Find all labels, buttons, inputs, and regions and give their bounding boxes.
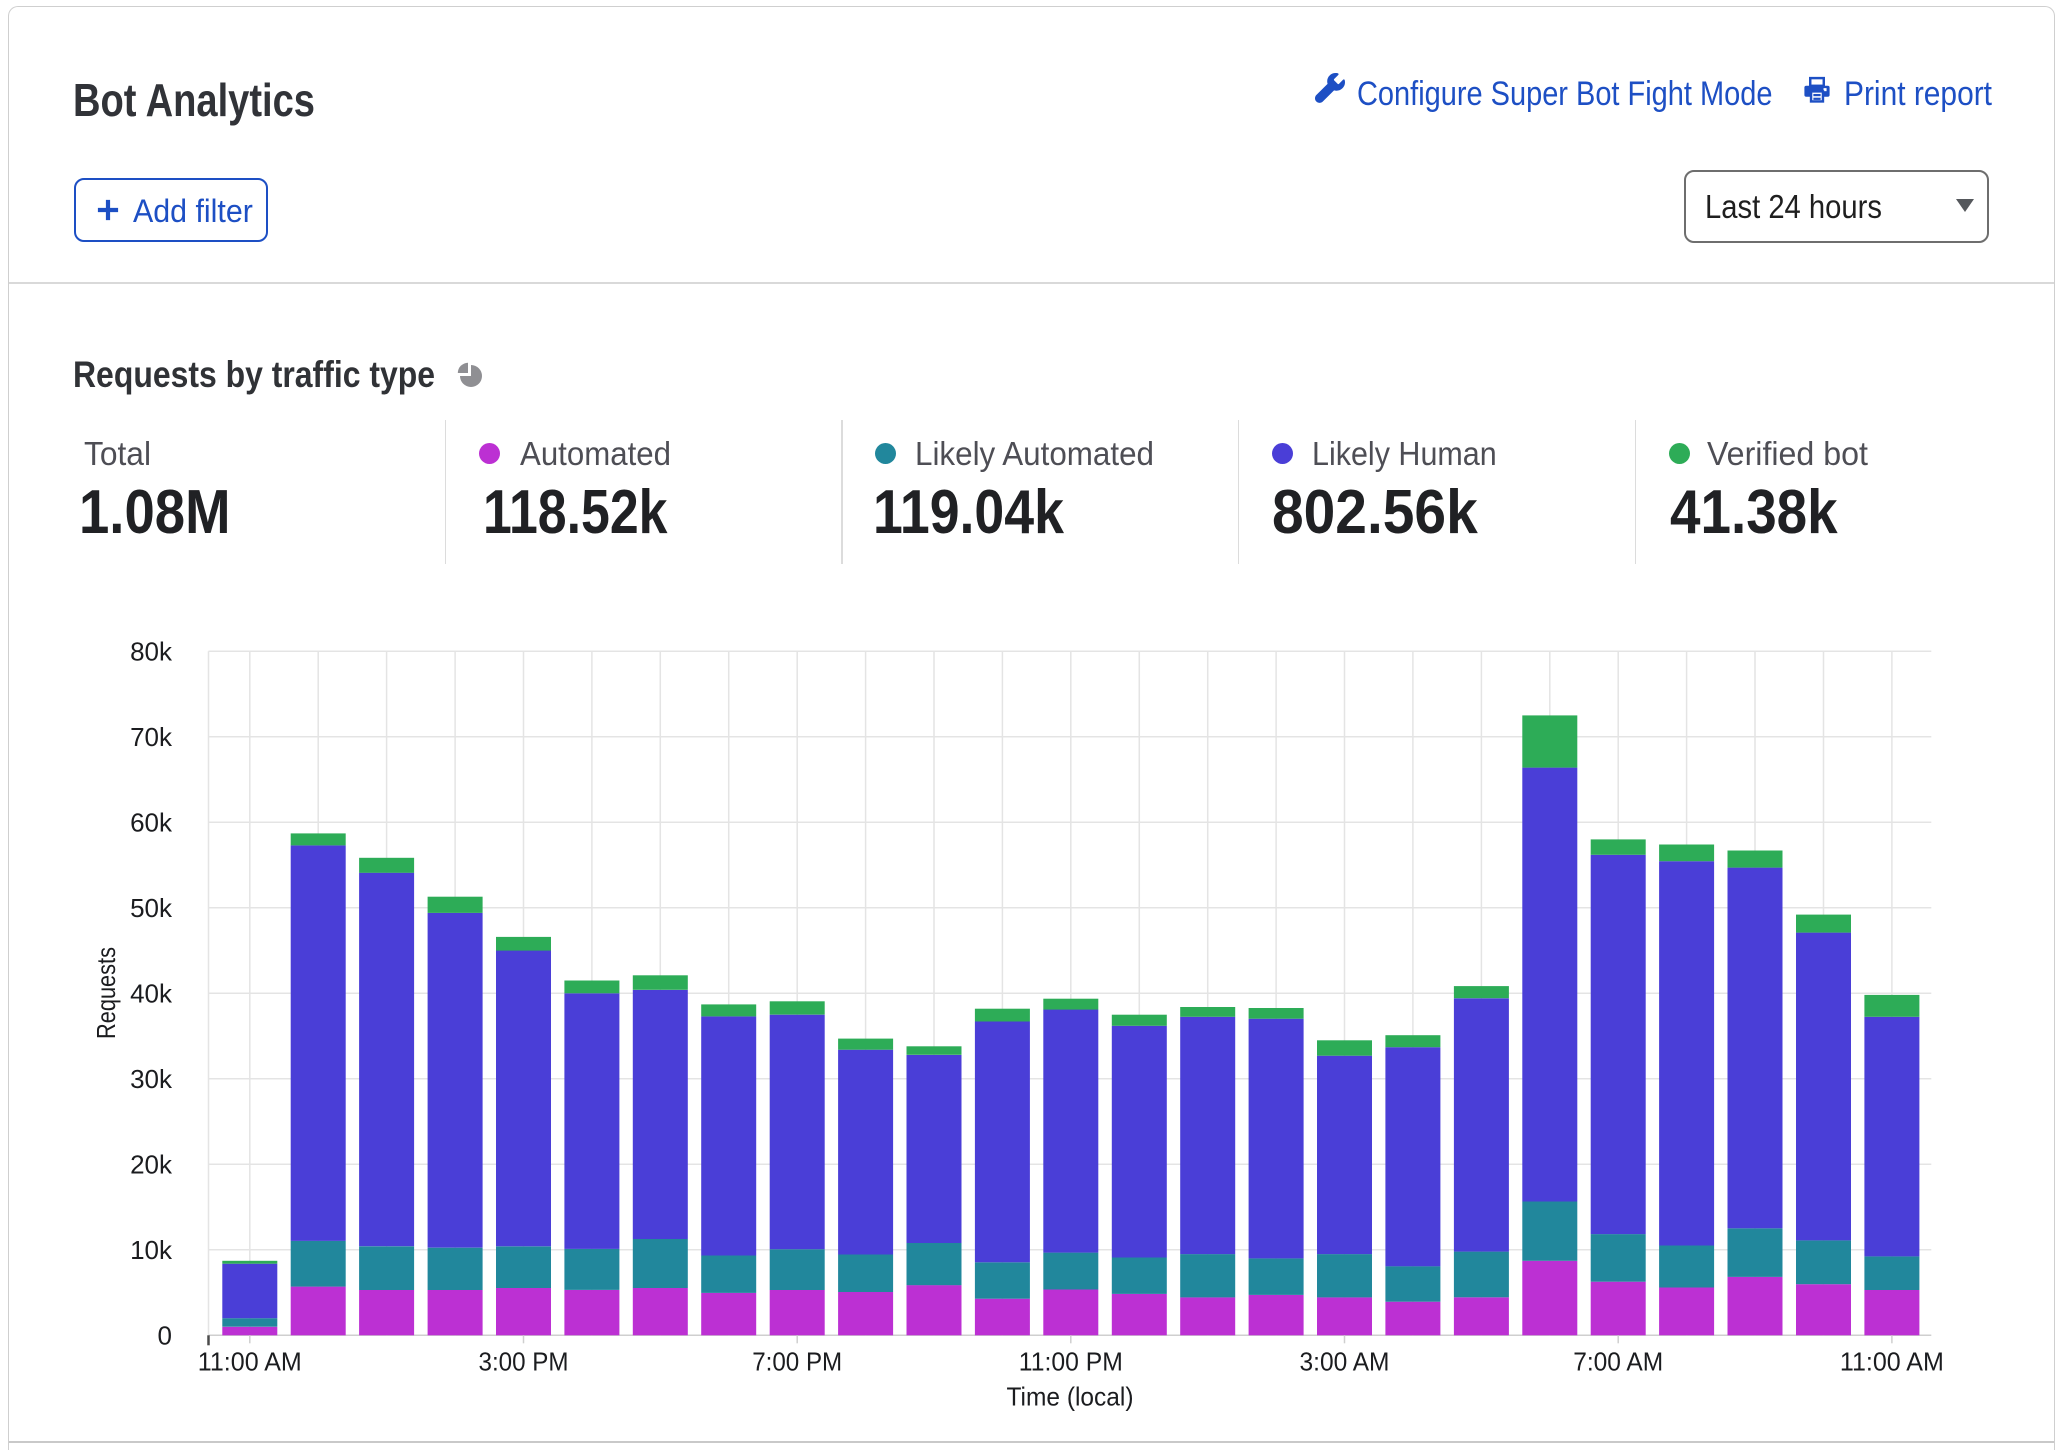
svg-text:20k: 20k	[130, 1150, 173, 1180]
svg-text:7:00 PM: 7:00 PM	[752, 1347, 842, 1377]
svg-text:0: 0	[158, 1321, 172, 1351]
svg-text:40k: 40k	[130, 979, 173, 1009]
svg-text:Time (local): Time (local)	[1007, 1382, 1134, 1412]
svg-text:3:00 PM: 3:00 PM	[479, 1347, 569, 1377]
svg-text:Requests: Requests	[91, 947, 121, 1039]
svg-text:30k: 30k	[130, 1064, 173, 1094]
svg-text:50k: 50k	[130, 893, 173, 923]
svg-text:11:00 PM: 11:00 PM	[1019, 1347, 1123, 1377]
svg-text:11:00 AM: 11:00 AM	[1840, 1347, 1944, 1377]
svg-text:11:00 AM: 11:00 AM	[198, 1347, 302, 1377]
svg-text:10k: 10k	[130, 1235, 173, 1265]
svg-text:60k: 60k	[130, 808, 173, 838]
svg-text:3:00 AM: 3:00 AM	[1300, 1347, 1390, 1377]
svg-text:70k: 70k	[130, 722, 173, 752]
svg-text:7:00 AM: 7:00 AM	[1573, 1347, 1663, 1377]
svg-text:80k: 80k	[130, 637, 173, 667]
